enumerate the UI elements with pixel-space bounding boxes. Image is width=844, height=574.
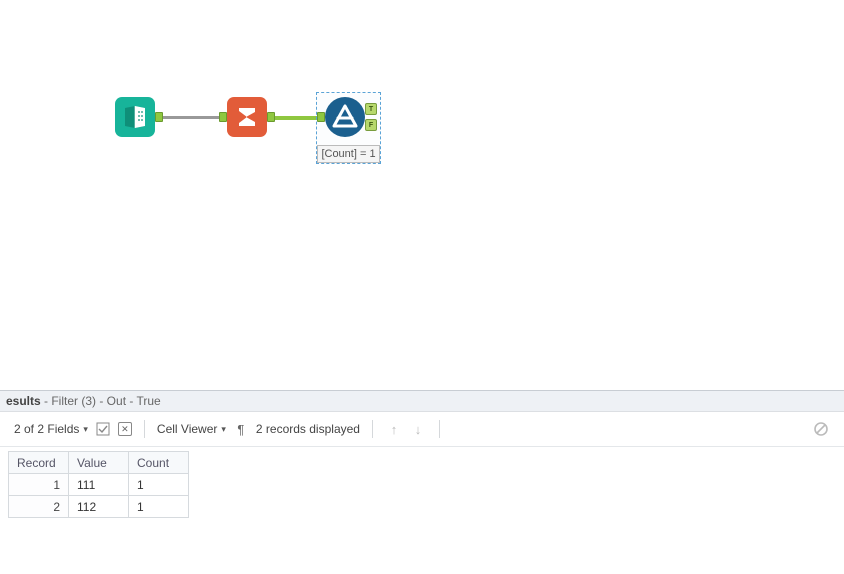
results-title-label: esults bbox=[6, 394, 41, 408]
table-row[interactable]: 11111 bbox=[9, 474, 189, 496]
input-port[interactable] bbox=[317, 112, 325, 122]
cell-value: 111 bbox=[69, 474, 129, 496]
arrow-up-icon[interactable]: ↑ bbox=[385, 420, 403, 438]
cell-value: 112 bbox=[69, 496, 129, 518]
fields-dropdown-label: 2 of 2 Fields bbox=[14, 422, 79, 436]
cell-count: 1 bbox=[129, 474, 189, 496]
col-record[interactable]: Record bbox=[9, 452, 69, 474]
output-port[interactable] bbox=[267, 112, 275, 122]
col-value[interactable]: Value bbox=[69, 452, 129, 474]
table-row[interactable]: 21121 bbox=[9, 496, 189, 518]
cell-record: 2 bbox=[9, 496, 69, 518]
chevron-down-icon: ▾ bbox=[221, 424, 226, 435]
cell-viewer-dropdown[interactable]: Cell Viewer ▾ bbox=[157, 422, 226, 436]
cell-viewer-label: Cell Viewer bbox=[157, 422, 217, 436]
connector bbox=[155, 116, 227, 119]
false-output-port[interactable]: F bbox=[365, 119, 377, 131]
summarize-tool[interactable] bbox=[227, 97, 267, 137]
chevron-down-icon: ▾ bbox=[83, 424, 88, 435]
separator bbox=[144, 420, 145, 438]
checkbox-icon[interactable] bbox=[94, 420, 112, 438]
fields-dropdown[interactable]: 2 of 2 Fields ▾ bbox=[14, 422, 88, 436]
not-allowed-icon[interactable] bbox=[812, 420, 830, 438]
workflow-canvas[interactable]: [Count] = 1 T F bbox=[0, 0, 844, 390]
separator bbox=[439, 420, 440, 438]
cell-record: 1 bbox=[9, 474, 69, 496]
results-title-detail: - Filter (3) - Out - True bbox=[41, 394, 161, 408]
results-title-bar: esults - Filter (3) - Out - True bbox=[0, 391, 844, 412]
col-count[interactable]: Count bbox=[129, 452, 189, 474]
output-port[interactable] bbox=[155, 112, 163, 122]
filter-tool[interactable]: T F bbox=[325, 97, 365, 137]
paragraph-icon[interactable]: ¶ bbox=[232, 420, 250, 438]
results-grid[interactable]: Record Value Count 1111121121 bbox=[8, 451, 189, 518]
true-output-port[interactable]: T bbox=[365, 103, 377, 115]
filter-caption: [Count] = 1 bbox=[317, 145, 380, 163]
arrow-down-icon[interactable]: ↓ bbox=[409, 420, 427, 438]
filter-icon bbox=[331, 103, 359, 131]
cell-count: 1 bbox=[129, 496, 189, 518]
input-data-tool[interactable] bbox=[115, 97, 155, 137]
table-header-row: Record Value Count bbox=[9, 452, 189, 474]
results-toolbar: 2 of 2 Fields ▾ ✕ Cell Viewer ▾ ¶ 2 reco… bbox=[0, 412, 844, 447]
sigma-icon bbox=[233, 103, 261, 131]
results-panel: esults - Filter (3) - Out - True 2 of 2 … bbox=[0, 390, 844, 574]
input-data-icon bbox=[122, 104, 148, 130]
clear-icon[interactable]: ✕ bbox=[118, 422, 132, 436]
separator bbox=[372, 420, 373, 438]
input-port[interactable] bbox=[219, 112, 227, 122]
records-displayed-label: 2 records displayed bbox=[256, 422, 360, 436]
